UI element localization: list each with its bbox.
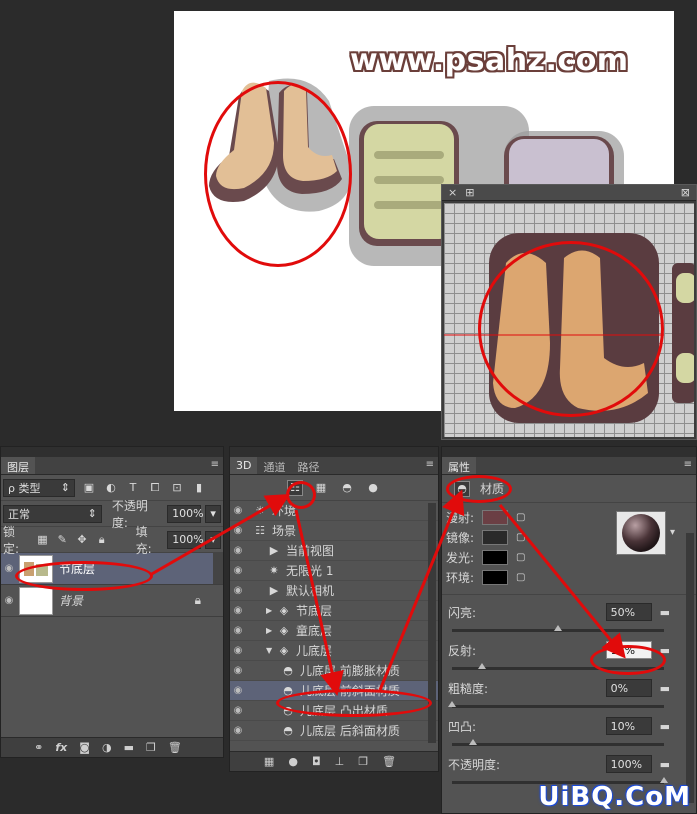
bottom-watermark: UiBQ.CoM [538,782,691,812]
annotation-arrows [149,489,626,696]
